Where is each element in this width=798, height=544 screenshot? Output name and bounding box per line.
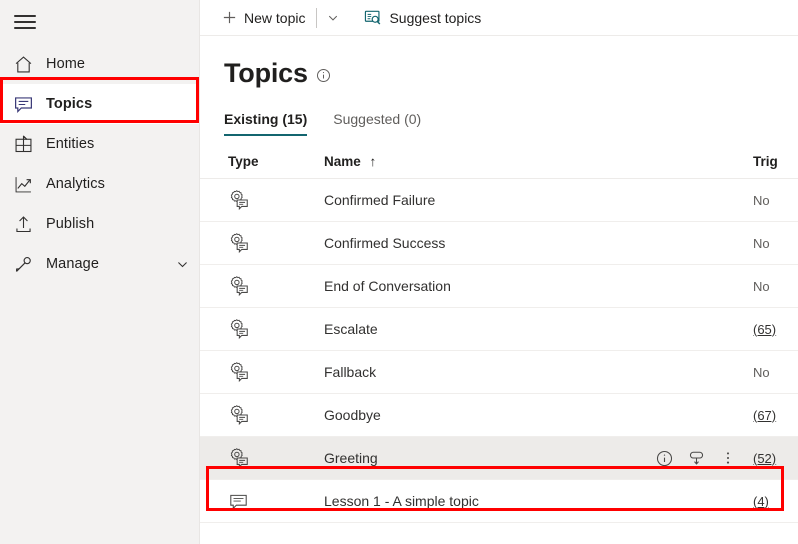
suggest-topics-label: Suggest topics bbox=[389, 10, 481, 26]
new-topic-dropdown-button[interactable] bbox=[320, 3, 346, 33]
command-bar: New topic bbox=[200, 0, 798, 36]
topic-name-cell: Greeting bbox=[324, 450, 655, 466]
hamburger-icon bbox=[14, 14, 36, 30]
topic-name-cell: Escalate bbox=[324, 321, 753, 337]
new-topic-button[interactable]: New topic bbox=[214, 2, 313, 34]
column-header-name-label: Name bbox=[324, 154, 361, 169]
table-header-row: Type Name ↑ Trig bbox=[200, 145, 798, 179]
chevron-down-icon[interactable] bbox=[165, 258, 199, 271]
sidebar-item-entities[interactable]: Entities bbox=[0, 124, 199, 164]
sidebar-item-label: Topics bbox=[46, 96, 199, 112]
sidebar-nav: Home Topics bbox=[0, 44, 199, 284]
sidebar-item-label: Manage bbox=[46, 256, 165, 272]
topic-type-cell bbox=[200, 361, 324, 383]
topic-name-cell: Fallback bbox=[324, 364, 753, 380]
column-header-type[interactable]: Type bbox=[200, 154, 324, 169]
sidebar-item-label: Home bbox=[46, 56, 199, 72]
user-topic-icon bbox=[228, 491, 249, 512]
sidebar-item-manage[interactable]: Manage bbox=[0, 244, 199, 284]
topic-type-cell bbox=[200, 447, 324, 469]
sort-ascending-icon: ↑ bbox=[370, 154, 377, 169]
table-row[interactable]: Escalate (65) bbox=[200, 308, 798, 351]
info-icon[interactable] bbox=[316, 68, 331, 83]
row-test-topic-icon[interactable] bbox=[687, 449, 705, 467]
home-icon bbox=[0, 54, 46, 75]
page-title: Topics bbox=[224, 58, 308, 89]
page-header: Topics bbox=[200, 36, 798, 89]
topic-name-cell: End of Conversation bbox=[324, 278, 753, 294]
sidebar-item-topics[interactable]: Topics bbox=[0, 84, 199, 124]
app-root: Home Topics bbox=[0, 0, 798, 544]
manage-icon bbox=[0, 254, 46, 275]
sidebar-item-label: Analytics bbox=[46, 176, 199, 192]
column-header-name[interactable]: Name ↑ bbox=[324, 154, 753, 169]
system-topic-icon bbox=[228, 361, 250, 383]
row-action-group bbox=[655, 449, 753, 467]
row-info-icon[interactable] bbox=[655, 449, 673, 467]
topic-name-cell: Confirmed Failure bbox=[324, 192, 753, 208]
new-topic-label: New topic bbox=[244, 10, 305, 26]
topic-name-cell: Lesson 1 - A simple topic bbox=[324, 493, 753, 509]
tab-existing[interactable]: Existing (15) bbox=[224, 111, 307, 136]
tab-suggested[interactable]: Suggested (0) bbox=[333, 111, 421, 136]
table-row[interactable]: Confirmed Success No bbox=[200, 222, 798, 265]
table-row[interactable]: Confirmed Failure No bbox=[200, 179, 798, 222]
publish-icon bbox=[0, 214, 46, 235]
suggest-topics-icon bbox=[364, 9, 382, 27]
topic-type-cell bbox=[200, 232, 324, 254]
main-content: New topic bbox=[200, 0, 798, 544]
topic-type-cell bbox=[200, 318, 324, 340]
topic-name-cell: Goodbye bbox=[324, 407, 753, 423]
tab-list: Existing (15) Suggested (0) bbox=[200, 89, 798, 136]
tab-suggested-label: Suggested (0) bbox=[333, 111, 421, 127]
plus-icon bbox=[222, 10, 237, 25]
suggest-topics-button[interactable]: Suggest topics bbox=[356, 2, 489, 34]
topic-trigger-cell[interactable]: (52) bbox=[753, 451, 798, 466]
topics-icon bbox=[0, 94, 46, 115]
trigger-phrase-link: (4) bbox=[753, 494, 769, 509]
topic-trigger-cell: No bbox=[753, 279, 798, 294]
topics-table: Type Name ↑ Trig bbox=[200, 145, 798, 523]
system-topic-icon bbox=[228, 189, 250, 211]
system-topic-icon bbox=[228, 447, 250, 469]
sidebar-item-label: Publish bbox=[46, 216, 199, 232]
system-topic-icon bbox=[228, 275, 250, 297]
trigger-phrase-link: (67) bbox=[753, 408, 776, 423]
row-more-vertical-icon[interactable] bbox=[719, 449, 737, 467]
sidebar-item-label: Entities bbox=[46, 136, 199, 152]
topic-type-cell bbox=[200, 491, 324, 512]
trigger-phrase-link: (52) bbox=[753, 451, 776, 466]
topic-trigger-cell[interactable]: (67) bbox=[753, 408, 798, 423]
topic-type-cell bbox=[200, 404, 324, 426]
tab-existing-label: Existing (15) bbox=[224, 111, 307, 127]
system-topic-icon bbox=[228, 404, 250, 426]
sidebar: Home Topics bbox=[0, 0, 200, 544]
topic-trigger-cell: No bbox=[753, 236, 798, 251]
topic-trigger-cell[interactable]: (65) bbox=[753, 322, 798, 337]
system-topic-icon bbox=[228, 232, 250, 254]
topic-type-cell bbox=[200, 189, 324, 211]
sidebar-item-publish[interactable]: Publish bbox=[0, 204, 199, 244]
table-row-greeting[interactable]: Greeting bbox=[200, 437, 798, 480]
topic-name-cell: Confirmed Success bbox=[324, 235, 753, 251]
table-row[interactable]: Goodbye (67) bbox=[200, 394, 798, 437]
sidebar-item-analytics[interactable]: Analytics bbox=[0, 164, 199, 204]
table-row[interactable]: End of Conversation No bbox=[200, 265, 798, 308]
column-header-trigger[interactable]: Trig bbox=[753, 154, 798, 169]
table-row[interactable]: Fallback No bbox=[200, 351, 798, 394]
menu-hamburger-button[interactable] bbox=[0, 0, 199, 44]
topic-trigger-cell: No bbox=[753, 193, 798, 208]
topic-type-cell bbox=[200, 275, 324, 297]
trigger-phrase-link: (65) bbox=[753, 322, 776, 337]
command-bar-divider bbox=[316, 8, 317, 28]
topic-trigger-cell: No bbox=[753, 365, 798, 380]
table-row[interactable]: Lesson 1 - A simple topic (4) bbox=[200, 480, 798, 523]
topic-trigger-cell[interactable]: (4) bbox=[753, 494, 798, 509]
sidebar-item-home[interactable]: Home bbox=[0, 44, 199, 84]
chevron-down-icon bbox=[327, 12, 339, 24]
analytics-icon bbox=[0, 174, 46, 195]
entities-icon bbox=[0, 134, 46, 155]
system-topic-icon bbox=[228, 318, 250, 340]
